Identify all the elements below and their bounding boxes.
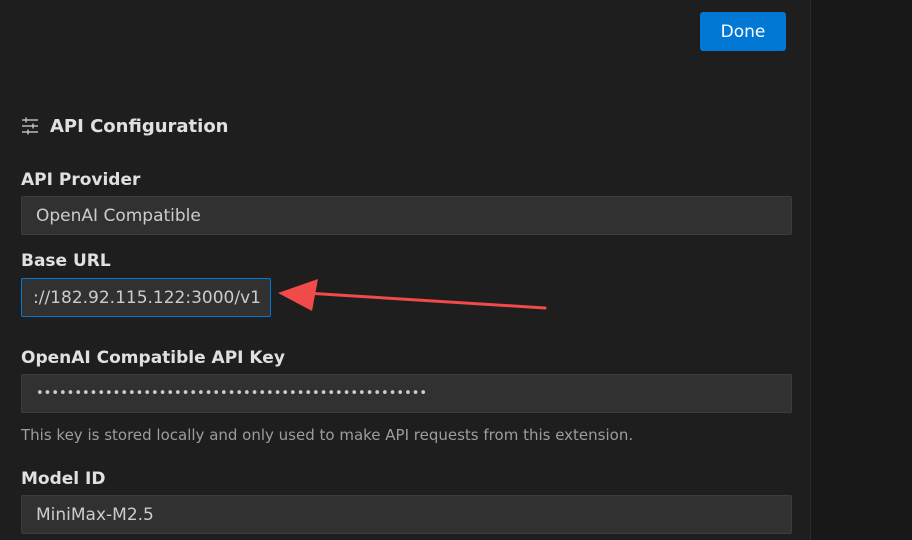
api-provider-select[interactable]: OpenAI Compatible (21, 196, 792, 235)
api-key-label: OpenAI Compatible API Key (21, 348, 285, 368)
section-header: API Configuration (21, 112, 229, 140)
right-sidebar (810, 0, 912, 540)
api-key-help-text: This key is stored locally and only used… (21, 426, 634, 444)
api-key-input[interactable]: ••••••••••••••••••••••••••••••••••••••••… (21, 374, 792, 413)
base-url-label: Base URL (21, 251, 111, 271)
settings-panel: Done API Configuration API Provider Open… (0, 0, 810, 540)
api-provider-label: API Provider (21, 170, 141, 190)
base-url-input[interactable]: ://182.92.115.122:3000/v1 (21, 278, 271, 317)
done-button[interactable]: Done (700, 12, 786, 51)
model-id-input[interactable]: MiniMax-M2.5 (21, 495, 792, 534)
sliders-icon (21, 117, 39, 135)
model-id-label: Model ID (21, 469, 106, 489)
section-title: API Configuration (50, 115, 229, 137)
